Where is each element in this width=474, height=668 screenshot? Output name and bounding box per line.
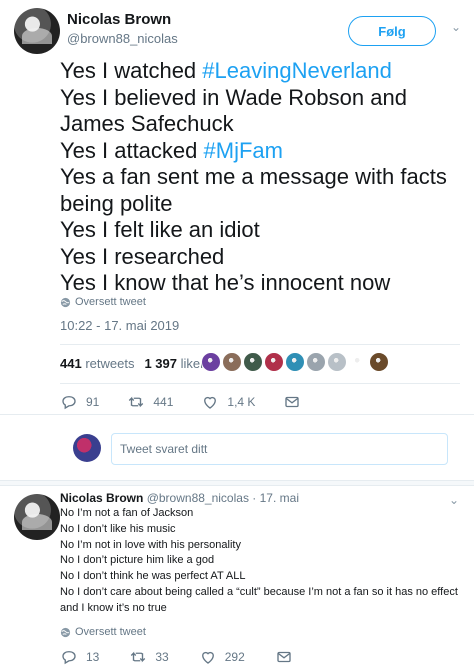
message-action[interactable] xyxy=(283,393,301,411)
author-handle[interactable]: @brown88_nicolas xyxy=(67,31,178,46)
tweet-line: Yes I researched xyxy=(60,244,465,271)
liker-avatar[interactable] xyxy=(222,352,242,372)
retweets-stat[interactable]: 441 retweets xyxy=(60,356,134,371)
tweet-line: being polite xyxy=(60,191,465,218)
author-avatar[interactable] xyxy=(14,8,60,54)
like-count: 1,4 K xyxy=(227,395,256,409)
section-divider xyxy=(0,480,474,486)
translate-tweet-link[interactable]: Oversett tweet xyxy=(60,626,146,638)
tweet-line: Yes I believed in Wade Robson and xyxy=(60,85,465,112)
current-user-avatar xyxy=(73,434,101,462)
tweet-text: Yes I watched #LeavingNeverland Yes I be… xyxy=(60,58,465,297)
reply-header: Nicolas Brown @brown88_nicolas · 17. mai xyxy=(60,491,299,505)
reply-line: No I don’t care about being called a “cu… xyxy=(60,585,458,598)
retweet-icon xyxy=(131,651,146,663)
liker-avatars xyxy=(201,352,389,372)
translate-tweet-link[interactable]: Oversett tweet xyxy=(60,296,146,308)
retweet-action[interactable]: 33 xyxy=(129,648,169,666)
hashtag-link[interactable]: #LeavingNeverland xyxy=(202,58,392,83)
chevron-down-icon[interactable]: ⌄ xyxy=(449,493,459,507)
translate-label[interactable]: Oversett tweet xyxy=(75,626,146,638)
retweet-count: 441 xyxy=(153,395,174,409)
reply-author-avatar[interactable] xyxy=(14,494,60,540)
tweet-line: Yes I watched #LeavingNeverland xyxy=(60,58,465,85)
author-name[interactable]: Nicolas Brown xyxy=(67,11,171,28)
tweet-line-text: James Safechuck xyxy=(60,111,234,136)
tweet-line: James Safechuck xyxy=(60,111,465,138)
reply-tweet-actions: 13 33 292 xyxy=(60,648,323,666)
heart-icon xyxy=(201,651,214,664)
tweet-line-text: Yes I felt like an idiot xyxy=(60,217,260,242)
reply-input[interactable] xyxy=(111,433,448,465)
liker-avatar[interactable] xyxy=(348,352,368,372)
reply-author-name[interactable]: Nicolas Brown xyxy=(60,491,143,505)
tweet-timestamp[interactable]: 10:22 - 17. mai 2019 xyxy=(60,318,179,333)
liker-avatar[interactable] xyxy=(369,352,389,372)
reply-icon xyxy=(62,396,76,410)
liker-avatar[interactable] xyxy=(285,352,305,372)
tweet-line-text: Yes I attacked xyxy=(60,137,204,163)
tweet-line: Yes a fan sent me a message with facts xyxy=(60,164,465,191)
tweet-line-text: Yes I believed in Wade Robson and xyxy=(60,84,407,110)
reply-line: No I don’t think he was perfect AT ALL xyxy=(60,570,246,583)
like-count: 292 xyxy=(224,650,245,664)
reply-action[interactable]: 13 xyxy=(60,648,99,666)
liker-avatar[interactable] xyxy=(327,352,347,372)
translate-label[interactable]: Oversett tweet xyxy=(75,296,146,308)
retweet-icon xyxy=(129,396,144,408)
tweet-line-text: being polite xyxy=(60,190,173,216)
follow-button[interactable]: Følg xyxy=(348,16,436,46)
reply-icon xyxy=(62,651,76,665)
divider xyxy=(60,344,460,345)
globe-icon xyxy=(60,627,71,637)
tweet-line-text: Yes a fan sent me a message with facts xyxy=(60,164,447,189)
reply-line: and I know it’s no true xyxy=(60,601,167,614)
like-action[interactable]: 1,4 K xyxy=(201,393,255,411)
reply-count: 13 xyxy=(86,650,100,664)
hashtag-link[interactable]: #MjFam xyxy=(204,138,283,163)
likes-count: 1 397 xyxy=(144,356,178,371)
divider xyxy=(0,414,474,415)
tweet-line-text: Yes I watched xyxy=(60,58,203,83)
reply-count: 91 xyxy=(86,395,100,409)
like-action[interactable]: 292 xyxy=(199,648,245,666)
reply-line: No I don’t like his music xyxy=(60,522,176,535)
envelope-icon xyxy=(277,651,291,663)
retweets-count: 441 xyxy=(60,356,82,371)
tweet-actions: 91 441 1,4 K xyxy=(60,393,329,411)
retweet-action[interactable]: 441 xyxy=(127,393,173,411)
reply-text: No I’m not a fan of Jackson No I don’t l… xyxy=(60,506,465,617)
retweets-label: retweets xyxy=(85,356,135,371)
likes-stat[interactable]: 1 397 liker xyxy=(144,356,204,371)
retweet-count: 33 xyxy=(155,650,169,664)
tweet-line: Yes I attacked #MjFam xyxy=(60,138,465,165)
tweet-line: Yes I felt like an idiot xyxy=(60,217,465,244)
reply-author-handle[interactable]: @brown88_nicolas xyxy=(147,491,249,505)
tweet-line-text: Yes I know that he’s innocent now xyxy=(60,270,391,295)
reply-line: No I don’t picture him like a god xyxy=(60,554,215,567)
reply-line: No I’m not a fan of Jackson xyxy=(60,507,194,519)
reply-line: No I’m not in love with his personality xyxy=(60,538,241,551)
divider xyxy=(60,383,460,384)
tweet-line: Yes I know that he’s innocent now xyxy=(60,270,465,297)
liker-avatar[interactable] xyxy=(243,352,263,372)
liker-avatar[interactable] xyxy=(201,352,221,372)
tweet-line-text: Yes I researched xyxy=(60,243,225,269)
reply-action[interactable]: 91 xyxy=(60,393,99,411)
globe-icon xyxy=(60,297,71,307)
reply-date[interactable]: · 17. mai xyxy=(252,491,299,505)
message-action[interactable] xyxy=(275,648,293,666)
envelope-icon xyxy=(285,396,300,408)
chevron-down-icon[interactable]: ⌄ xyxy=(449,20,463,34)
liker-avatar[interactable] xyxy=(264,352,284,372)
engagement-stats: 441 retweets 1 397 liker xyxy=(60,356,204,371)
liker-avatar[interactable] xyxy=(306,352,326,372)
heart-icon xyxy=(204,396,217,409)
